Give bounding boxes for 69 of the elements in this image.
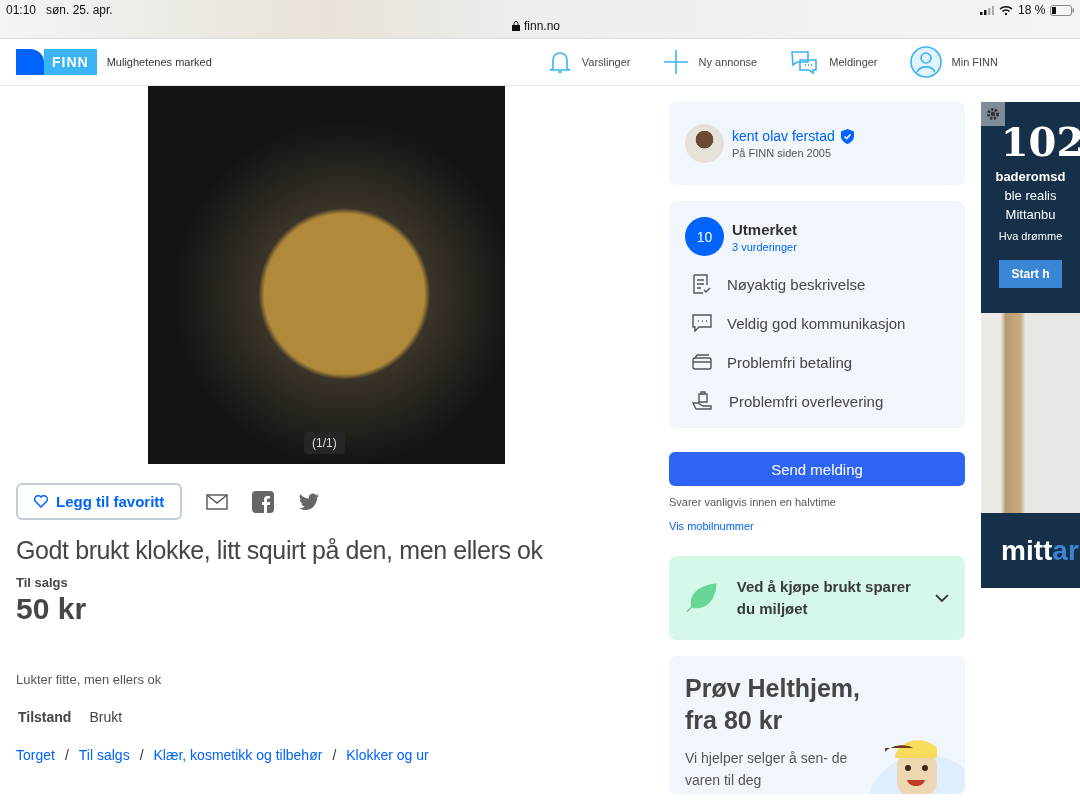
date: søn. 25. apr. bbox=[46, 3, 113, 17]
promo-title: Prøv Helthjem, fra 80 kr bbox=[685, 672, 862, 737]
avatar-placeholder bbox=[685, 124, 724, 163]
logo-mark-icon bbox=[16, 49, 44, 75]
url-text: finn.no bbox=[524, 19, 561, 33]
photo-counter: (1/1) bbox=[304, 432, 345, 454]
price: 50 kr bbox=[16, 592, 88, 626]
favorite-button[interactable]: Legg til favoritt bbox=[16, 483, 183, 520]
rating-criterion-label: Veldig god kommunikasjon bbox=[727, 314, 906, 332]
signal-icon bbox=[980, 5, 994, 15]
twitter-icon[interactable] bbox=[298, 492, 321, 511]
breadcrumb-link[interactable]: Torget bbox=[16, 747, 55, 763]
ad-text: Hva drømme bbox=[998, 230, 1063, 242]
member-since: På FINN siden 2005 bbox=[732, 147, 833, 159]
rating-criterion-label: Nøyaktig beskrivelse bbox=[727, 275, 866, 293]
ad-button[interactable]: Start h bbox=[999, 260, 1062, 288]
ad-text: baderomsd bbox=[995, 169, 1066, 184]
chevron-icon[interactable] bbox=[935, 594, 949, 603]
attribute-value: Brukt bbox=[89, 709, 123, 725]
send-message-button[interactable]: Send melding bbox=[669, 452, 965, 487]
rating-criterion-label: Problemfri betaling bbox=[727, 353, 853, 371]
battery-icon bbox=[1050, 4, 1075, 16]
bell-icon bbox=[547, 49, 572, 75]
description: Lukter fitte, men ellers ok bbox=[16, 672, 163, 687]
tagline: Mulighetenes marked bbox=[106, 56, 212, 68]
advertisement[interactable]: 102 baderomsd ble realis Mittanbu Hva drømme Start h mittar bbox=[981, 102, 1080, 588]
chat-bubble-icon bbox=[691, 312, 713, 334]
document-check-icon bbox=[691, 273, 713, 295]
ad-text: ble realis bbox=[1004, 188, 1057, 203]
nav-link[interactable]: Ny annonse bbox=[662, 49, 758, 75]
breadcrumb-link[interactable]: Til salgs bbox=[78, 747, 130, 763]
breadcrumb-link[interactable]: Klokker og ur bbox=[346, 747, 429, 763]
card-icon bbox=[691, 351, 713, 373]
rating-criterion-label: Problemfri overlevering bbox=[729, 392, 884, 410]
show-phone-link[interactable]: Vis mobilnummer bbox=[669, 520, 754, 533]
battery-percent: 18 % bbox=[1018, 3, 1046, 17]
breadcrumb-link[interactable]: Klær, kosmetikk og tilbehør bbox=[153, 747, 323, 763]
ad-number: 102 bbox=[1000, 118, 1080, 165]
ad-text: Mittanbu bbox=[1005, 207, 1056, 222]
ad-logo: mittar bbox=[981, 513, 1080, 588]
eco-panel[interactable]: Ved å kjøpe brukt sparer du miljøet bbox=[669, 556, 965, 640]
nav-link[interactable]: Min FINN bbox=[909, 46, 998, 78]
breadcrumb-separator: / bbox=[64, 747, 69, 763]
time: 01:10 bbox=[6, 3, 37, 17]
settings-icon[interactable] bbox=[981, 102, 1005, 126]
rating-count-link[interactable]: 3 vurderinger bbox=[732, 240, 798, 253]
hand-package-icon bbox=[691, 390, 715, 412]
eco-message: Ved å kjøpe brukt sparer du miljøet bbox=[736, 577, 912, 620]
attribute-label: Tilstand bbox=[18, 709, 72, 725]
leaf-icon bbox=[685, 583, 717, 614]
rating-score: 10 bbox=[685, 217, 724, 256]
breadcrumb-separator: / bbox=[139, 747, 144, 763]
plus-icon bbox=[662, 49, 689, 75]
nav-link[interactable]: Meldinger bbox=[789, 49, 878, 75]
lock-icon bbox=[512, 21, 520, 31]
chat-icon bbox=[789, 49, 820, 75]
nav-link[interactable]: Varslinger bbox=[547, 49, 631, 75]
wifi-icon bbox=[999, 5, 1013, 15]
listing-type: Til salgs bbox=[16, 575, 69, 590]
user-avatar-icon bbox=[909, 46, 942, 78]
rating-label: Utmerket bbox=[732, 220, 798, 238]
seller-name[interactable]: kent olav ferstad bbox=[732, 128, 835, 144]
facebook-icon[interactable] bbox=[252, 490, 275, 513]
listing-title: Godt brukt klokke, litt squirt på den, men ellers ok bbox=[16, 536, 544, 565]
promo-text: Vi hjelper selger å sen- de varen til deg bbox=[685, 748, 849, 791]
mail-icon[interactable] bbox=[206, 493, 229, 510]
breadcrumb-separator: / bbox=[332, 747, 337, 763]
heart-icon bbox=[34, 495, 48, 508]
response-time: Svarer vanligvis innen en halvtime bbox=[669, 496, 837, 509]
